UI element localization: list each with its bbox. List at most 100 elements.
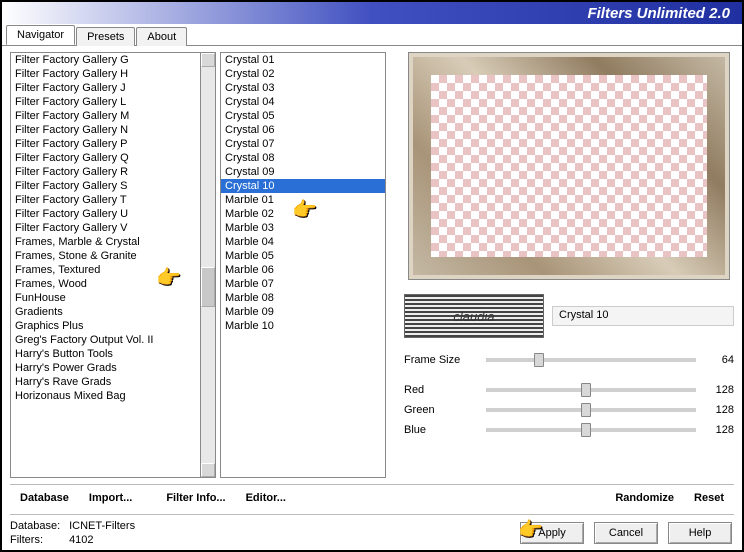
list-item[interactable]: Harry's Rave Grads [11,375,200,389]
status-filters-value: 4102 [69,534,93,546]
slider-label: Green [404,404,478,416]
list-item[interactable]: Crystal 01 [221,53,385,67]
toolbar-row: Database Import... Filter Info... Editor… [10,484,734,510]
slider-value: 64 [704,354,734,366]
list-item[interactable]: Marble 03 [221,221,385,235]
scroll-track[interactable] [201,67,215,463]
editor-button[interactable]: Editor... [236,488,296,508]
list-item[interactable]: Frames, Marble & Crystal [11,235,200,249]
list-item[interactable]: Harry's Power Grads [11,361,200,375]
slider-value: 128 [704,404,734,416]
list-item[interactable]: Filter Factory Gallery G [11,53,200,67]
list-item[interactable]: Crystal 05 [221,109,385,123]
slider-label: Red [404,384,478,396]
cancel-button[interactable]: Cancel [594,522,658,544]
list-item[interactable]: Gradients [11,305,200,319]
list-item[interactable]: Marble 06 [221,263,385,277]
list-item[interactable]: FunHouse [11,291,200,305]
list-item[interactable]: Filter Factory Gallery U [11,207,200,221]
tab-navigator[interactable]: Navigator [6,25,75,45]
list-item[interactable]: Crystal 03 [221,81,385,95]
category-list[interactable]: Filter Factory Gallery GFilter Factory G… [10,52,200,478]
slider-frame-size[interactable]: Frame Size 64 [404,350,734,370]
filter-name-row: claudia Crystal 10 [404,294,734,338]
current-filter-name: Crystal 10 [552,306,734,326]
list-item[interactable]: Filter Factory Gallery Q [11,151,200,165]
list-item[interactable]: Filter Factory Gallery L [11,95,200,109]
status-text: Database: ICNET-Filters Filters: 4102 [10,515,170,548]
slider-track[interactable] [486,428,696,432]
list-item[interactable]: Crystal 04 [221,95,385,109]
tab-about[interactable]: About [136,27,187,46]
dialog-buttons: Apply Cancel Help [520,522,732,544]
list-item[interactable]: Horizonaus Mixed Bag [11,389,200,403]
status-db-label: Database: [10,519,66,533]
category-scrollbar[interactable] [200,52,216,478]
list-item[interactable]: Crystal 02 [221,67,385,81]
list-item[interactable]: Marble 01 [221,193,385,207]
author-logo: claudia [404,294,544,338]
list-item[interactable]: Filter Factory Gallery J [11,81,200,95]
list-item[interactable]: Filter Factory Gallery M [11,109,200,123]
list-item[interactable]: Marble 05 [221,249,385,263]
tab-presets[interactable]: Presets [76,27,135,46]
list-item[interactable]: Graphics Plus [11,319,200,333]
list-item[interactable]: Marble 09 [221,305,385,319]
slider-thumb[interactable] [581,383,591,397]
list-item[interactable]: Marble 04 [221,235,385,249]
list-item[interactable]: Frames, Wood [11,277,200,291]
slider-blue[interactable]: Blue 128 [404,420,734,440]
slider-red[interactable]: Red 128 [404,380,734,400]
list-item[interactable]: Crystal 08 [221,151,385,165]
randomize-button[interactable]: Randomize [605,488,684,508]
slider-green[interactable]: Green 128 [404,400,734,420]
preview-image [408,52,730,280]
help-button[interactable]: Help [668,522,732,544]
list-item[interactable]: Filter Factory Gallery V [11,221,200,235]
list-item[interactable]: Frames, Stone & Granite [11,249,200,263]
slider-track[interactable] [486,388,696,392]
author-logo-text: claudia [453,309,494,324]
list-item[interactable]: Crystal 06 [221,123,385,137]
reset-button[interactable]: Reset [684,488,734,508]
list-item[interactable]: Crystal 10 [221,179,385,193]
filter-list[interactable]: Crystal 01Crystal 02Crystal 03Crystal 04… [220,52,386,478]
list-item[interactable]: Crystal 07 [221,137,385,151]
list-item[interactable]: Filter Factory Gallery S [11,179,200,193]
app-title: Filters Unlimited 2.0 [587,5,730,22]
list-item[interactable]: Frames, Textured [11,263,200,277]
list-item[interactable]: Harry's Button Tools [11,347,200,361]
list-item[interactable]: Filter Factory Gallery R [11,165,200,179]
list-item[interactable]: Marble 10 [221,319,385,333]
preview-checker [431,75,707,257]
slider-track[interactable] [486,358,696,362]
apply-button[interactable]: Apply [520,522,584,544]
list-item[interactable]: Filter Factory Gallery P [11,137,200,151]
slider-track[interactable] [486,408,696,412]
list-item[interactable]: Greg's Factory Output Vol. II [11,333,200,347]
slider-thumb[interactable] [581,423,591,437]
list-item[interactable]: Filter Factory Gallery N [11,123,200,137]
status-db-value: ICNET-Filters [69,520,135,532]
tabstrip: Navigator Presets About [2,24,742,46]
list-item[interactable]: Filter Factory Gallery T [11,193,200,207]
import-button[interactable]: Import... [79,488,142,508]
slider-thumb[interactable] [534,353,544,367]
scroll-up-button[interactable] [201,53,215,67]
list-item[interactable]: Marble 07 [221,277,385,291]
list-item[interactable]: Crystal 09 [221,165,385,179]
list-item[interactable]: Marble 08 [221,291,385,305]
navigator-panel: Filter Factory Gallery GFilter Factory G… [2,46,742,550]
filter-info-button[interactable]: Filter Info... [156,488,235,508]
list-item[interactable]: Marble 02 [221,207,385,221]
database-button[interactable]: Database [10,488,79,508]
filter-column: Crystal 01Crystal 02Crystal 03Crystal 04… [216,52,386,478]
scroll-down-button[interactable] [201,463,215,477]
slider-thumb[interactable] [581,403,591,417]
scroll-thumb[interactable] [201,267,215,307]
list-item[interactable]: Filter Factory Gallery H [11,67,200,81]
slider-label: Frame Size [404,354,478,366]
status-filters-label: Filters: [10,533,66,547]
slider-label: Blue [404,424,478,436]
category-column: Filter Factory Gallery GFilter Factory G… [10,52,200,478]
